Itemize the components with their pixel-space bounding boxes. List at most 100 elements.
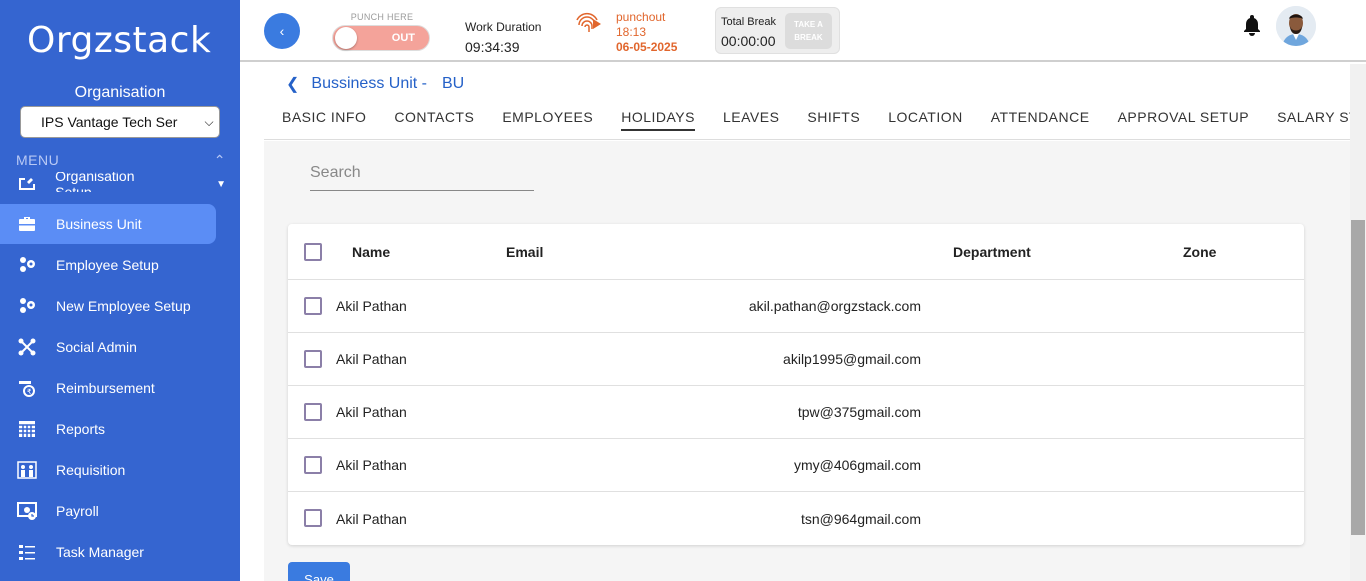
table-row: Akil Pathan ymy@406gmail.com bbox=[288, 439, 1304, 492]
fingerprint-icon bbox=[575, 11, 603, 35]
punch-control: PUNCH HERE OUT bbox=[332, 12, 432, 51]
row-name: Akil Pathan bbox=[336, 298, 407, 314]
tab-basic-info[interactable]: BASIC INFO bbox=[282, 109, 366, 131]
sidebar-item-payroll[interactable]: Payroll bbox=[0, 491, 216, 531]
row-checkbox[interactable] bbox=[304, 297, 322, 315]
row-checkbox[interactable] bbox=[304, 456, 322, 474]
select-all-checkbox[interactable] bbox=[304, 243, 322, 261]
punch-toggle[interactable]: OUT bbox=[332, 25, 430, 51]
main-content: ❮ Bussiness Unit - BU BASIC INFO CONTACT… bbox=[240, 64, 1350, 581]
tab-shifts[interactable]: SHIFTS bbox=[807, 109, 860, 131]
row-name: Akil Pathan bbox=[336, 457, 407, 473]
row-name: Akil Pathan bbox=[336, 351, 407, 367]
organisation-select-value: IPS Vantage Tech Ser bbox=[41, 114, 178, 130]
take-break-button[interactable]: TAKE A BREAK bbox=[785, 13, 832, 49]
sidebar-item-label: New Employee Setup bbox=[56, 298, 191, 314]
punchout-label: punchout bbox=[616, 10, 666, 24]
punchout-time: 18:13 bbox=[616, 25, 647, 39]
table-row: Akil Pathan akilp1995@gmail.com bbox=[288, 333, 1304, 386]
svg-text:₹: ₹ bbox=[27, 388, 32, 396]
row-name: Akil Pathan bbox=[336, 510, 407, 527]
tab-holidays[interactable]: HOLIDAYS bbox=[621, 109, 695, 131]
page-scrollbar[interactable] bbox=[1350, 64, 1366, 581]
row-email: tpw@375gmail.com bbox=[797, 404, 921, 420]
chevron-left-icon: ‹ bbox=[279, 23, 285, 39]
row-email: akil.pathan@orgzstack.com bbox=[748, 298, 921, 314]
search-input[interactable]: Search bbox=[310, 164, 534, 191]
bell-icon[interactable] bbox=[1242, 14, 1262, 36]
sidebar-item-requisition[interactable]: Requisition bbox=[0, 450, 216, 490]
collapse-sidebar-button[interactable]: ‹ bbox=[264, 13, 300, 49]
sidebar-item-label: Organisation Setup bbox=[55, 172, 135, 192]
table-row: Akil Pathan tpw@375gmail.com bbox=[288, 386, 1304, 439]
total-break-box: Total Break 00:00:00 TAKE A BREAK bbox=[715, 7, 840, 54]
briefcase-icon bbox=[16, 213, 38, 235]
header-department[interactable]: Department bbox=[953, 224, 1031, 279]
grid-icon bbox=[16, 418, 38, 440]
sidebar-item-label: Business Unit bbox=[56, 216, 142, 232]
tab-location[interactable]: LOCATION bbox=[888, 109, 963, 131]
sidebar-item-label: Reimbursement bbox=[56, 380, 155, 396]
sidebar-item-reimbursement[interactable]: ₹ Reimbursement bbox=[0, 368, 216, 408]
sidebar-item-task-manager[interactable]: Task Manager bbox=[0, 532, 216, 572]
toggle-knob bbox=[335, 27, 357, 49]
sidebar-item-reports[interactable]: Reports bbox=[0, 409, 216, 449]
punch-label: PUNCH HERE bbox=[350, 12, 414, 22]
reimbursement-icon: ₹ bbox=[16, 377, 38, 399]
row-checkbox[interactable] bbox=[304, 350, 322, 368]
punchout-info: punchout 18:13 06-05-2025 bbox=[616, 10, 677, 55]
chevron-down-icon: ⌵ bbox=[204, 114, 214, 129]
tabs-divider bbox=[264, 139, 1350, 140]
sidebar-item-business-unit[interactable]: Business Unit bbox=[0, 204, 216, 244]
payroll-icon bbox=[16, 500, 38, 522]
scrollbar-thumb[interactable] bbox=[1351, 220, 1365, 535]
tab-contacts[interactable]: CONTACTS bbox=[394, 109, 474, 131]
tab-attendance[interactable]: ATTENDANCE bbox=[991, 109, 1090, 131]
people-gear-icon bbox=[16, 254, 38, 276]
people-gear-icon bbox=[16, 295, 38, 317]
sidebar-item-label: Task Manager bbox=[56, 544, 144, 560]
take-break-line1: TAKE A bbox=[794, 20, 823, 29]
people-icon bbox=[16, 459, 38, 481]
back-chevron-icon[interactable]: ❮ bbox=[286, 74, 299, 94]
sidebar-item-new-employee-setup[interactable]: New Employee Setup bbox=[0, 286, 216, 326]
task-list-icon bbox=[16, 541, 38, 563]
sidebar-item-organisation-setup[interactable]: Organisation Setup ▼ bbox=[16, 172, 226, 192]
take-break-line2: BREAK bbox=[794, 33, 823, 42]
tab-salary-structure[interactable]: SALARY STRUCTUR bbox=[1277, 109, 1350, 131]
header-email[interactable]: Email bbox=[506, 224, 543, 279]
sidebar-item-label: Social Admin bbox=[56, 339, 137, 355]
organisation-select[interactable]: IPS Vantage Tech Ser ⌵ bbox=[20, 106, 220, 138]
tab-employees[interactable]: EMPLOYEES bbox=[502, 109, 593, 131]
row-email: tsn@964gmail.com bbox=[800, 510, 921, 527]
punchout-date: 06-05-2025 bbox=[616, 40, 678, 54]
tab-leaves[interactable]: LEAVES bbox=[723, 109, 779, 131]
header-zone[interactable]: Zone bbox=[1183, 224, 1216, 279]
breadcrumb-code: BU bbox=[442, 75, 465, 92]
sidebar-item-label: Reports bbox=[56, 421, 106, 437]
menu-header[interactable]: MENU ⌃ bbox=[16, 152, 226, 169]
total-break-value: 00:00:00 bbox=[721, 33, 776, 49]
molecule-icon bbox=[16, 336, 38, 358]
sidebar-item-employee-setup[interactable]: Employee Setup bbox=[0, 245, 216, 285]
table-row: Akil Pathan akil.pathan@orgzstack.com bbox=[288, 280, 1304, 333]
avatar[interactable] bbox=[1276, 6, 1316, 46]
chevron-down-icon: ▼ bbox=[216, 178, 226, 190]
row-checkbox[interactable] bbox=[304, 509, 322, 527]
row-checkbox[interactable] bbox=[304, 403, 322, 421]
table-header: Name Email Department Zone bbox=[288, 224, 1304, 280]
row-name: Akil Pathan bbox=[336, 404, 407, 420]
sidebar-item-social-admin[interactable]: Social Admin bbox=[0, 327, 216, 367]
save-button[interactable]: Save bbox=[288, 562, 350, 581]
table-row: Akil Pathan tsn@964gmail.com bbox=[288, 492, 1304, 545]
row-email: akilp1995@gmail.com bbox=[783, 351, 921, 367]
header-name[interactable]: Name bbox=[352, 224, 390, 279]
work-duration-label: Work Duration bbox=[465, 20, 542, 34]
app-logo: Orgzstack bbox=[27, 20, 212, 61]
sidebar-item-label: Payroll bbox=[56, 503, 99, 519]
menu-label: MENU bbox=[16, 152, 60, 168]
toggle-text: OUT bbox=[391, 32, 415, 44]
tab-bar: BASIC INFO CONTACTS EMPLOYEES HOLIDAYS L… bbox=[282, 109, 1350, 131]
top-header: ‹ PUNCH HERE OUT Work Duration 09:34:39 … bbox=[240, 0, 1366, 62]
tab-approval-setup[interactable]: APPROVAL SETUP bbox=[1118, 109, 1249, 131]
